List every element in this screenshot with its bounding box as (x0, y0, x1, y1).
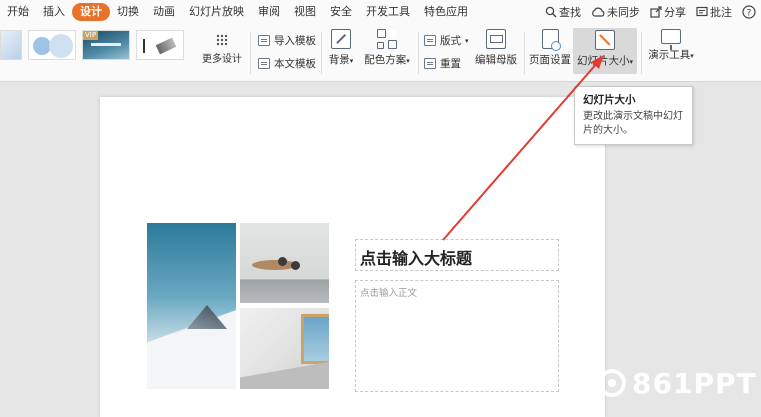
template-thumb-2[interactable] (28, 30, 76, 60)
vip-badge: VIP (83, 31, 99, 40)
photo-snow-mountain[interactable] (147, 223, 236, 389)
tab-slideshow[interactable]: 幻灯片放映 (182, 3, 251, 21)
comment-icon (696, 6, 708, 17)
help-icon: ? (742, 5, 756, 19)
share-icon (650, 6, 662, 18)
search-label: 查找 (559, 6, 581, 19)
grid-icon (216, 34, 228, 46)
tab-view[interactable]: 视图 (287, 3, 323, 21)
sync-button[interactable]: 未同步 (586, 4, 645, 20)
title-placeholder[interactable]: 点击输入大标题 (355, 239, 559, 271)
page-setup-button[interactable]: 页面设置 (528, 29, 572, 67)
tab-insert[interactable]: 插入 (36, 3, 72, 21)
divider (418, 32, 419, 74)
reset-button[interactable]: 重置 (424, 56, 461, 71)
template-icon (258, 35, 270, 46)
watermark: 861PPT (598, 366, 757, 400)
help-button[interactable]: ? (737, 5, 761, 19)
tab-transition[interactable]: 切换 (110, 3, 146, 21)
share-label: 分享 (664, 6, 686, 19)
page-setup-icon (541, 29, 561, 51)
background-button[interactable]: 背景▾ (326, 29, 356, 67)
watermark-text: 861PPT (632, 366, 757, 400)
photo-still-life[interactable] (240, 223, 329, 303)
comment-label: 批注 (710, 6, 732, 19)
edit-master-label: 编辑母版 (475, 54, 517, 66)
design-templates: VIP (0, 30, 184, 64)
watermark-logo-icon (598, 369, 626, 397)
share-button[interactable]: 分享 (645, 4, 691, 20)
body-placeholder[interactable]: 点击输入正文 (355, 280, 559, 392)
layout-icon (424, 35, 436, 46)
color-scheme-label: 配色方案 (364, 54, 407, 66)
svg-text:?: ? (747, 9, 752, 19)
menu-right-group: 查找 未同步 分享 批注 ? (540, 0, 761, 24)
color-scheme-icon (377, 29, 397, 49)
search-icon (545, 6, 557, 18)
tab-home[interactable]: 开始 (0, 3, 36, 21)
layout-label: 版式 (440, 35, 461, 47)
slide-master-icon (486, 29, 506, 49)
divider (321, 32, 322, 74)
template-thumb-1[interactable] (0, 30, 22, 60)
projector-icon (661, 29, 681, 50)
ribbon-design: VIP 更多设计 导入模板 本文模板 背景▾ 配色方案▾ 版式 ▾ 重置 编辑母版 (0, 24, 761, 82)
present-tools-button[interactable]: 演示工具▾ (646, 29, 696, 62)
tab-review[interactable]: 审阅 (251, 3, 287, 21)
title-placeholder-text: 点击输入大标题 (360, 249, 473, 268)
slide[interactable]: 点击输入大标题 点击输入正文 (100, 97, 605, 417)
photo-window-room[interactable] (240, 308, 329, 389)
this-template-button[interactable]: 本文模板 (258, 56, 316, 71)
background-icon (331, 29, 351, 49)
divider (524, 32, 525, 74)
present-tools-label: 演示工具 (648, 49, 691, 61)
tab-special[interactable]: 特色应用 (417, 3, 475, 21)
tooltip-title: 幻灯片大小 (583, 94, 636, 106)
slide-size-label: 幻灯片大小 (576, 55, 630, 67)
import-template-button[interactable]: 导入模板 (258, 33, 316, 48)
tab-security[interactable]: 安全 (323, 3, 359, 21)
sync-label: 未同步 (607, 6, 640, 19)
comment-button[interactable]: 批注 (691, 4, 737, 20)
more-design-label: 更多设计 (202, 54, 242, 65)
divider (250, 32, 251, 74)
layout-button[interactable]: 版式 ▾ (424, 33, 469, 48)
slide-size-button[interactable]: 幻灯片大小▾ (573, 28, 637, 74)
reset-label: 重置 (440, 58, 461, 70)
search-button[interactable]: 查找 (540, 4, 586, 20)
more-design-button[interactable]: 更多设计 (200, 32, 244, 65)
import-template-label: 导入模板 (274, 35, 316, 47)
tab-animation[interactable]: 动画 (146, 3, 182, 21)
document-icon (258, 58, 270, 69)
reset-icon (424, 58, 436, 69)
this-template-label: 本文模板 (274, 58, 316, 70)
color-scheme-button[interactable]: 配色方案▾ (362, 29, 412, 67)
menu-bar: 开始 插入 设计 切换 动画 幻灯片放映 审阅 视图 安全 开发工具 特色应用 … (0, 0, 761, 24)
tab-design[interactable]: 设计 (72, 3, 110, 21)
divider (641, 32, 642, 74)
slide-size-icon (595, 30, 615, 50)
body-placeholder-text: 点击输入正文 (360, 288, 418, 299)
template-thumb-3[interactable]: VIP (82, 30, 130, 60)
page-setup-label: 页面设置 (529, 54, 571, 66)
tooltip-description: 更改此演示文稿中幻灯片的大小。 (583, 111, 683, 136)
cloud-icon (592, 7, 605, 17)
background-label: 背景 (328, 54, 350, 66)
template-thumb-4[interactable] (136, 30, 184, 60)
slide-size-tooltip: 幻灯片大小 更改此演示文稿中幻灯片的大小。 (574, 86, 693, 145)
tab-developer[interactable]: 开发工具 (359, 3, 417, 21)
edit-master-button[interactable]: 编辑母版 (474, 29, 518, 67)
